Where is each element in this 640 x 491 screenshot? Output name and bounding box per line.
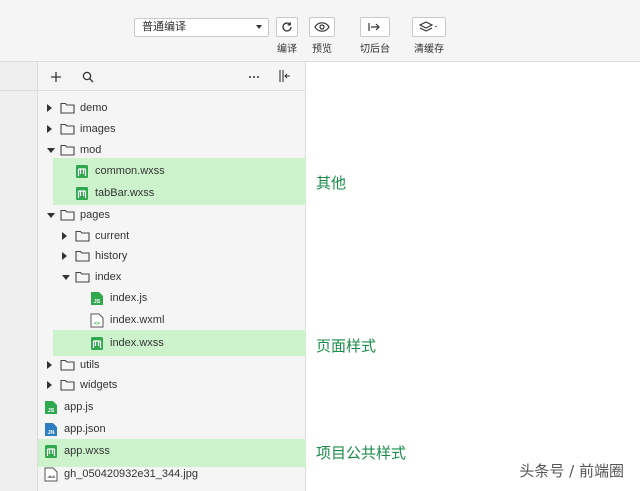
compile-button[interactable]: 编译 xyxy=(275,17,299,55)
annotation-other: 其他 xyxy=(316,174,347,192)
switch-background-icon xyxy=(360,17,390,37)
tree-item-label: pages xyxy=(80,209,110,221)
annotation-global-style: 项目公共样式 xyxy=(316,444,407,462)
tree-folder-row[interactable]: images xyxy=(0,119,306,140)
folder-icon xyxy=(60,378,75,399)
tree-folder-row[interactable]: index xyxy=(0,267,306,288)
collapse-panel-icon[interactable] xyxy=(278,69,292,88)
compile-mode-value: 普通编译 xyxy=(142,21,186,33)
chevron-right-icon[interactable] xyxy=(62,232,67,240)
tree-item-label: app.js xyxy=(64,401,94,413)
tree-item-label: index.wxml xyxy=(110,314,165,326)
tree-folder-row[interactable]: demo xyxy=(0,98,306,119)
tree-item-label: current xyxy=(95,230,130,242)
tree-file-row[interactable]: gh_050420932e31_344.jpg xyxy=(0,464,306,485)
chevron-right-icon[interactable] xyxy=(47,361,52,369)
tree-file-row[interactable]: tabBar.wxss xyxy=(0,183,306,204)
tree-item-label: images xyxy=(80,123,116,135)
background-button[interactable]: 切后台 xyxy=(357,17,393,55)
tree-folder-row[interactable]: history xyxy=(0,246,306,267)
chevron-down-icon[interactable] xyxy=(47,213,55,218)
chevron-right-icon[interactable] xyxy=(47,381,52,389)
eye-icon xyxy=(309,17,335,37)
chevron-right-icon[interactable] xyxy=(47,125,52,133)
compile-mode-select[interactable]: 普通编译 xyxy=(134,18,269,37)
search-icon[interactable] xyxy=(82,70,94,88)
clear-cache-button[interactable]: 清缓存 xyxy=(411,17,447,55)
chevron-right-icon[interactable] xyxy=(62,252,67,260)
tree-item-label: common.wxss xyxy=(95,165,165,177)
tree-file-row[interactable]: <> index.wxml xyxy=(0,310,306,331)
watermark: 头条号 / 前端圈 xyxy=(519,462,624,480)
svg-text:JN: JN xyxy=(47,430,54,436)
tree-item-label: demo xyxy=(80,102,108,114)
tree-file-row[interactable]: JS app.js xyxy=(0,397,306,418)
image-file-icon xyxy=(44,467,58,490)
tree-item-label: app.json xyxy=(64,423,106,435)
tree-file-row[interactable]: app.wxss xyxy=(0,441,306,462)
chevron-down-icon xyxy=(256,25,262,29)
background-label: 切后台 xyxy=(360,44,390,55)
tree-file-row[interactable]: JS index.js xyxy=(0,288,306,309)
tree-folder-row[interactable]: current xyxy=(0,226,306,247)
preview-label: 预览 xyxy=(312,44,332,55)
chevron-down-icon[interactable] xyxy=(47,148,55,153)
tree-folder-row[interactable]: utils xyxy=(0,355,306,376)
svg-text:JS: JS xyxy=(48,408,55,414)
svg-text:JS: JS xyxy=(94,299,101,305)
file-tree-header xyxy=(38,62,306,91)
tree-item-label: gh_050420932e31_344.jpg xyxy=(64,468,198,480)
compile-label: 编译 xyxy=(277,44,297,55)
annotation-page-style: 页面样式 xyxy=(316,337,377,355)
preview-button[interactable]: 预览 xyxy=(309,17,335,55)
chevron-right-icon[interactable] xyxy=(47,104,52,112)
tree-file-row[interactable]: common.wxss xyxy=(0,161,306,182)
refresh-icon xyxy=(276,17,298,37)
tree-item-label: history xyxy=(95,250,128,262)
chevron-down-icon[interactable] xyxy=(62,275,70,280)
tree-file-row[interactable]: JN app.json xyxy=(0,419,306,440)
tree-item-label: index.wxss xyxy=(110,337,164,349)
tree-item-label: index.js xyxy=(110,292,148,304)
layers-icon xyxy=(412,17,446,37)
tree-item-label: index xyxy=(95,271,122,283)
svg-text:<>: <> xyxy=(94,321,100,327)
tree-item-label: app.wxss xyxy=(64,445,110,457)
tree-item-label: widgets xyxy=(80,379,118,391)
tree-item-label: utils xyxy=(80,359,100,371)
clear-cache-label: 清缓存 xyxy=(414,44,444,55)
add-icon[interactable] xyxy=(50,70,62,88)
top-toolbar: 普通编译 编译 预览 切后台 清缓存 xyxy=(0,0,640,62)
tree-file-row[interactable]: index.wxss xyxy=(0,333,306,354)
more-icon[interactable] xyxy=(248,70,260,88)
tree-folder-row[interactable]: widgets xyxy=(0,375,306,396)
tree-item-label: tabBar.wxss xyxy=(95,187,155,199)
tree-folder-row[interactable]: pages xyxy=(0,205,306,226)
strip-header xyxy=(0,62,38,91)
